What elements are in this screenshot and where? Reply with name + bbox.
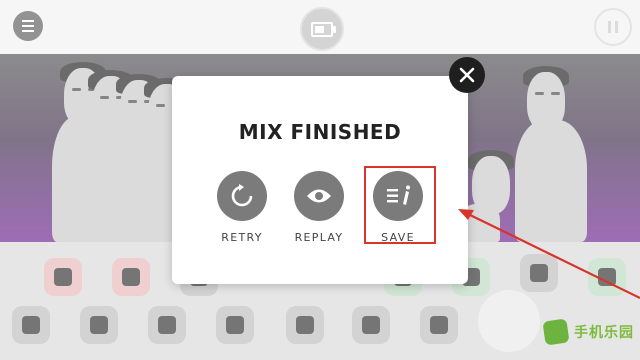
annotation-arrow [458, 209, 640, 299]
game-screen: 手机乐园 MIX FINISHED RETRY REPLAY SAVE [0, 0, 640, 360]
